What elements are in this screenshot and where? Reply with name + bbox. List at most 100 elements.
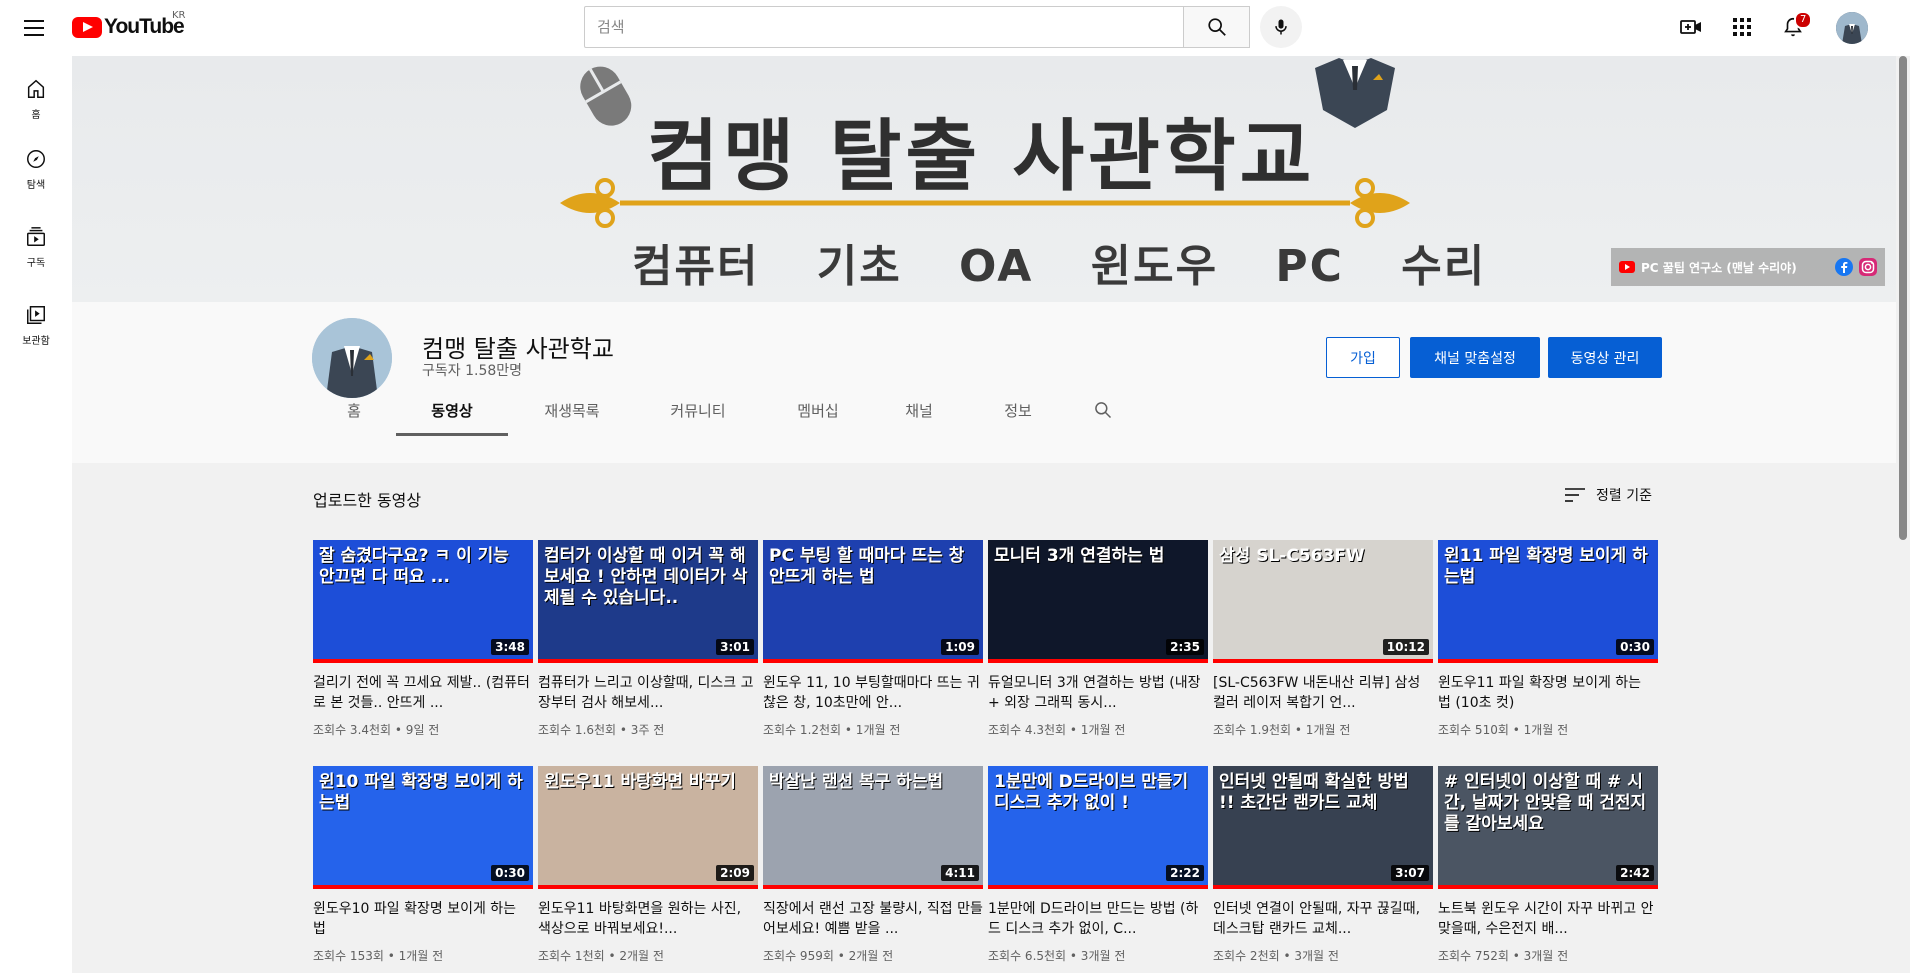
youtube-logo[interactable]: YouTube KR [72, 10, 186, 39]
nav-label: 탐색 [26, 180, 46, 191]
video-thumbnail[interactable]: 1분만에 D드라이브 만들기 디스크 추가 없이 ! 2:22 [988, 766, 1208, 889]
video-meta: 조회수 6.5천회 • 3개월 전 [988, 949, 1126, 963]
tab-community[interactable]: 커뮤니티 [636, 386, 760, 434]
tab-about[interactable]: 정보 [962, 386, 1074, 434]
video-title[interactable]: 듀얼모니터 3개 연결하는 방법 (내장 + 외장 그래픽 동시... [988, 673, 1208, 713]
tab-home[interactable]: 홈 [312, 386, 396, 434]
ornament-divider-icon [560, 178, 1410, 228]
video-card[interactable]: PC 부팅 할 때마다 뜨는 창 안뜨게 하는 법 1:09 윈도우 11, 10 … [763, 540, 983, 738]
video-thumbnail[interactable]: 윈11 파일 확장명 보이게 하는법 0:30 [1438, 540, 1658, 663]
video-card[interactable]: 윈10 파일 확장명 보이게 하는법 0:30 윈도우10 파일 확장명 보이게 하… [313, 766, 533, 964]
nav-subscriptions[interactable]: 구독 [0, 204, 72, 274]
video-title[interactable]: 컴퓨터가 느리고 이상할때, 디스크 고장부터 검사 해보세... [538, 673, 758, 713]
home-icon [27, 79, 45, 98]
video-duration: 4:11 [941, 865, 979, 881]
tab-membership[interactable]: 멤버십 [760, 386, 876, 434]
apps-grid-icon [1733, 18, 1751, 36]
video-title[interactable]: 윈도우10 파일 확장명 보이게 하는 법 [313, 899, 533, 939]
video-duration: 10:12 [1382, 639, 1429, 655]
video-title[interactable]: 걸리기 전에 꼭 끄세요 제발.. (컴퓨터로 본 것들.. 안뜨게 ... [313, 673, 533, 713]
watch-progress-bar [538, 885, 758, 889]
video-thumbnail[interactable]: 인터넷 안될때 확실한 방법 !! 초간단 랜카드 교체 3:07 [1213, 766, 1433, 889]
voice-search-button[interactable] [1260, 6, 1302, 48]
video-thumbnail[interactable]: 모니터 3개 연결하는 법 2:35 [988, 540, 1208, 663]
video-title[interactable]: 윈도우 11, 10 부팅할때마다 뜨는 귀찮은 창, 10초만에 안... [763, 673, 983, 713]
search-input[interactable] [597, 18, 1171, 36]
nav-home[interactable]: 홈 [0, 56, 72, 126]
video-card[interactable]: 인터넷 안될때 확실한 방법 !! 초간단 랜카드 교체 3:07 인터넷 연결이 … [1213, 766, 1433, 964]
scrollbar-thumb[interactable] [1899, 56, 1907, 540]
video-card[interactable]: 1분만에 D드라이브 만들기 디스크 추가 없이 ! 2:22 1분만에 D드라이브… [988, 766, 1208, 964]
account-avatar[interactable] [1836, 12, 1868, 44]
apps-button[interactable] [1729, 14, 1755, 40]
search-box[interactable] [584, 6, 1184, 48]
youtube-play-icon [72, 16, 102, 38]
video-duration: 3:01 [716, 639, 754, 655]
video-card[interactable]: 컴터가 이상할 때 이거 꼭 해보세요 ! 안하면 데이터가 삭제될 수 있습니… [538, 540, 758, 738]
video-duration: 2:09 [716, 865, 754, 881]
banner-link-text[interactable]: PC 꿀팁 연구소 (맨날 수리야) [1641, 259, 1829, 276]
video-meta: 조회수 959회 • 2개월 전 [763, 949, 894, 963]
video-duration: 0:30 [491, 865, 529, 881]
video-thumbnail[interactable]: 컴터가 이상할 때 이거 꼭 해보세요 ! 안하면 데이터가 삭제될 수 있습니… [538, 540, 758, 663]
scrollbar[interactable] [1896, 56, 1910, 973]
video-card[interactable]: 삼성 SL-C563FW 10:12 [SL-C563FW 내돈내산 리뷰] 삼성 … [1213, 540, 1433, 738]
thumbnail-text: 인터넷 안될때 확실한 방법 !! 초간단 랜카드 교체 [1219, 772, 1409, 813]
compass-icon [27, 150, 45, 168]
watch-progress-bar [1213, 885, 1433, 889]
video-card[interactable]: 모니터 3개 연결하는 법 2:35 듀얼모니터 3개 연결하는 방법 (내장 + … [988, 540, 1208, 738]
video-title[interactable]: 1분만에 D드라이브 만드는 방법 (하드 디스크 추가 없이, C... [988, 899, 1208, 939]
watch-progress-bar [538, 659, 758, 663]
manage-videos-button[interactable]: 동영상 관리 [1548, 337, 1662, 378]
video-thumbnail[interactable]: 삼성 SL-C563FW 10:12 [1213, 540, 1433, 663]
video-title[interactable]: 윈도우11 바탕화면을 원하는 사진, 색상으로 바꿔보세요!... [538, 899, 758, 939]
video-card[interactable]: # 인터넷이 이상할 때 # 시간, 날짜가 안맞을 때 건전지를 갈아보세요 2… [1438, 766, 1658, 964]
video-title[interactable]: 윈도우11 파일 확장명 보이게 하는 법 (10초 컷) [1438, 673, 1658, 713]
sort-button[interactable]: 정렬 기준 [1564, 485, 1652, 505]
video-meta: 조회수 1천회 • 2개월 전 [538, 949, 664, 963]
video-card[interactable]: 윈11 파일 확장명 보이게 하는법 0:30 윈도우11 파일 확장명 보이게 하… [1438, 540, 1658, 738]
suit-avatar-icon [1836, 12, 1868, 44]
country-code: KR [172, 10, 186, 21]
tab-channels[interactable]: 채널 [876, 386, 962, 434]
video-thumbnail[interactable]: PC 부팅 할 때마다 뜨는 창 안뜨게 하는 법 1:09 [763, 540, 983, 663]
video-title[interactable]: 노트북 윈도우 시간이 자꾸 바뀌고 안맞을때, 수은전지 배... [1438, 899, 1658, 939]
video-card[interactable]: 윈도우11 바탕화면 바꾸기 2:09 윈도우11 바탕화면을 원하는 사진, 색상… [538, 766, 758, 964]
create-button[interactable] [1678, 14, 1704, 40]
video-card[interactable]: 잘 숨겼다구요? ㅋ 이 기능 안끄면 다 떠요 ... 3:48 걸리기 전에 꼭… [313, 540, 533, 738]
banner-links[interactable]: PC 꿀팁 연구소 (맨날 수리야) [1611, 248, 1885, 286]
video-meta: 조회수 153회 • 1개월 전 [313, 949, 444, 963]
thumbnail-text: 1분만에 D드라이브 만들기 디스크 추가 없이 ! [994, 772, 1189, 813]
video-thumbnail[interactable]: 윈도우11 바탕화면 바꾸기 2:09 [538, 766, 758, 889]
instagram-icon[interactable] [1859, 258, 1877, 276]
video-title[interactable]: 인터넷 연결이 안될때, 자꾸 끊길때, 데스크탑 랜카드 교체... [1213, 899, 1433, 939]
customize-channel-button[interactable]: 채널 맞춤설정 [1410, 337, 1540, 378]
search-button[interactable] [1184, 6, 1250, 48]
video-duration: 0:30 [1616, 639, 1654, 655]
video-meta: 조회수 2천회 • 3개월 전 [1213, 949, 1339, 963]
nav-explore[interactable]: 탐색 [0, 126, 72, 196]
video-thumbnail[interactable]: 윈10 파일 확장명 보이게 하는법 0:30 [313, 766, 533, 889]
nav-library[interactable]: 보관함 [0, 282, 72, 352]
menu-icon[interactable] [22, 16, 46, 40]
video-duration: 2:35 [1166, 639, 1204, 655]
video-title[interactable]: 직장에서 랜선 고장 불량시, 직접 만들어보세요! 예쁨 받을 ... [763, 899, 983, 939]
join-button[interactable]: 가입 [1326, 337, 1400, 378]
tab-search[interactable] [1074, 386, 1132, 434]
library-icon [27, 306, 45, 324]
facebook-icon[interactable] [1835, 258, 1853, 276]
notifications-button[interactable]: 7 [1780, 11, 1813, 40]
video-thumbnail[interactable]: 박살난 랜선 복구 하는법 4:11 [763, 766, 983, 889]
youtube-small-icon [1619, 261, 1635, 273]
thumbnail-text: # 인터넷이 이상할 때 # 시간, 날짜가 안맞을 때 건전지를 갈아보세요 [1444, 772, 1647, 834]
tab-playlists[interactable]: 재생목록 [508, 386, 636, 434]
video-thumbnail[interactable]: 잘 숨겼다구요? ㅋ 이 기능 안끄면 다 떠요 ... 3:48 [313, 540, 533, 663]
channel-name: 컴맹 탈출 사관학교 [422, 335, 614, 363]
video-meta: 조회수 1.2천회 • 1개월 전 [763, 723, 901, 737]
tab-videos[interactable]: 동영상 [396, 386, 508, 436]
video-card[interactable]: 박살난 랜선 복구 하는법 4:11 직장에서 랜선 고장 불량시, 직접 만들어보… [763, 766, 983, 964]
video-title[interactable]: [SL-C563FW 내돈내산 리뷰] 삼성 컬러 레이저 복합기 언... [1213, 673, 1433, 713]
video-thumbnail[interactable]: # 인터넷이 이상할 때 # 시간, 날짜가 안맞을 때 건전지를 갈아보세요 2… [1438, 766, 1658, 889]
search-icon [1207, 18, 1226, 36]
top-bar: YouTube KR 7 [0, 0, 1910, 56]
